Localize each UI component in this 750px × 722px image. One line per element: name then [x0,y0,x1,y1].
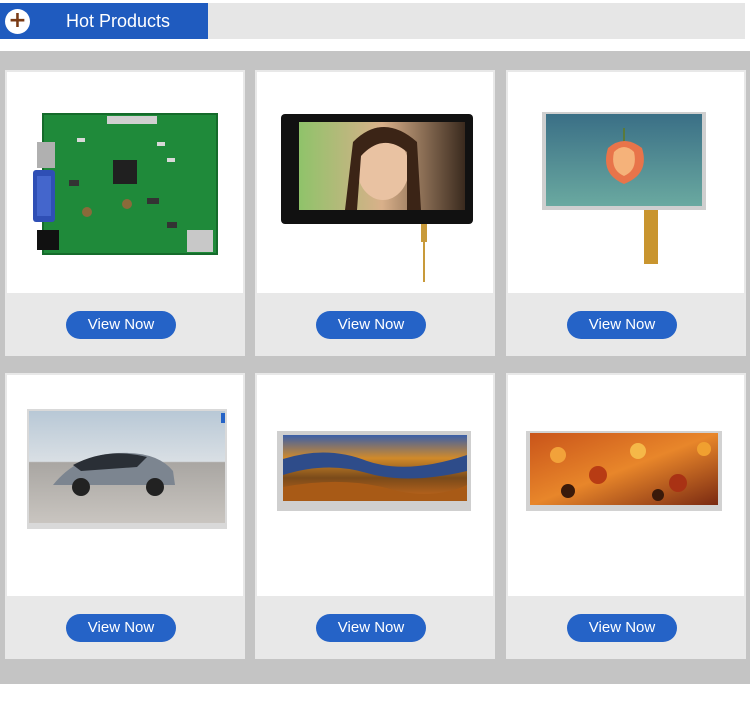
view-now-button[interactable]: View Now [66,311,176,339]
section-title: Hot Products [66,11,171,31]
plus-icon: + [5,8,30,34]
view-now-button[interactable]: View Now [66,614,176,642]
page-footer-space [0,684,750,722]
product-image-lcd-flower[interactable] [508,72,744,293]
product-card: View Now [5,70,245,356]
section-header: + Hot Products [0,3,745,39]
product-card: View Now [5,373,245,659]
product-image-bar-lcd-leaves[interactable] [508,375,744,596]
product-image-lcd-car[interactable] [7,375,243,596]
product-card: View Now [506,373,746,659]
product-grid: View Now View Now View Now View Now View… [0,51,750,684]
product-image-bar-lcd-landscape[interactable] [257,375,493,596]
product-image-pcb-board[interactable] [7,72,243,293]
product-image-touch-screen[interactable] [257,72,493,293]
view-now-button[interactable]: View Now [567,614,677,642]
product-card: View Now [255,373,495,659]
header-tab: + Hot Products [0,3,208,39]
view-now-button[interactable]: View Now [567,311,677,339]
product-card: View Now [255,70,495,356]
view-now-button[interactable]: View Now [316,614,426,642]
product-card: View Now [506,70,746,356]
view-now-button[interactable]: View Now [316,311,426,339]
